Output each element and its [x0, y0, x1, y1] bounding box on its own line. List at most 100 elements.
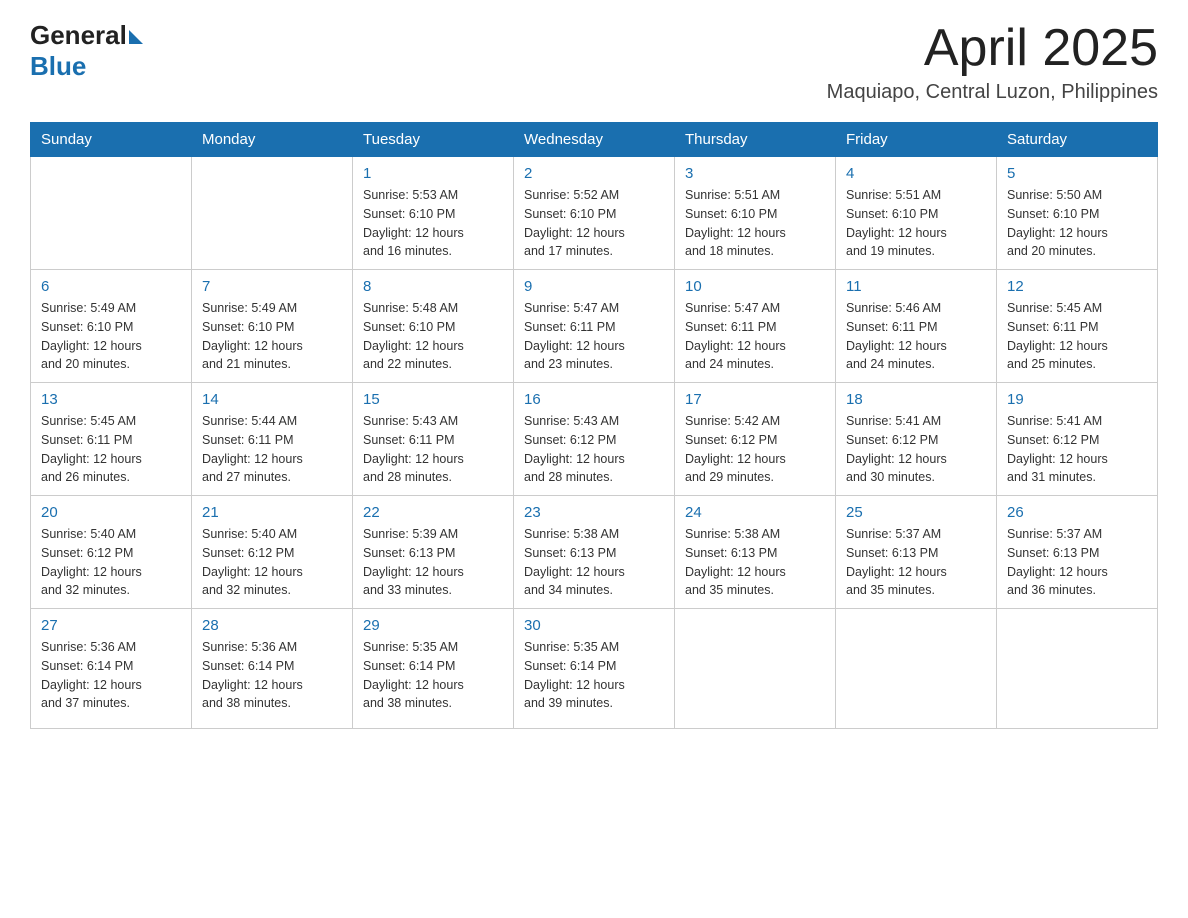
day-info: Sunrise: 5:43 AM Sunset: 6:11 PM Dayligh…	[363, 412, 503, 487]
day-info: Sunrise: 5:40 AM Sunset: 6:12 PM Dayligh…	[202, 525, 342, 600]
calendar-cell: 27 Sunrise: 5:36 AM Sunset: 6:14 PM Dayli…	[31, 609, 192, 729]
day-info: Sunrise: 5:46 AM Sunset: 6:11 PM Dayligh…	[846, 299, 986, 374]
calendar-cell: 17 Sunrise: 5:42 AM Sunset: 6:12 PM Dayli…	[675, 383, 836, 496]
logo-blue: Blue	[30, 51, 86, 82]
calendar-cell: 30 Sunrise: 5:35 AM Sunset: 6:14 PM Dayli…	[514, 609, 675, 729]
day-number: 29	[363, 617, 503, 634]
day-number: 16	[524, 391, 664, 408]
day-info: Sunrise: 5:49 AM Sunset: 6:10 PM Dayligh…	[202, 299, 342, 374]
calendar-cell: 25 Sunrise: 5:37 AM Sunset: 6:13 PM Dayli…	[836, 496, 997, 609]
calendar-cell	[997, 609, 1158, 729]
day-info: Sunrise: 5:37 AM Sunset: 6:13 PM Dayligh…	[1007, 525, 1147, 600]
day-info: Sunrise: 5:41 AM Sunset: 6:12 PM Dayligh…	[846, 412, 986, 487]
week-row-2: 6Sunrise: 5:49 AM Sunset: 6:10 PM Daylig…	[31, 270, 1158, 383]
calendar-cell: 28 Sunrise: 5:36 AM Sunset: 6:14 PM Dayli…	[192, 609, 353, 729]
day-info: Sunrise: 5:53 AM Sunset: 6:10 PM Dayligh…	[363, 186, 503, 261]
day-number: 17	[685, 391, 825, 408]
weekday-header-saturday: Saturday	[997, 123, 1158, 157]
day-number: 10	[685, 278, 825, 295]
day-info: Sunrise: 5:42 AM Sunset: 6:12 PM Dayligh…	[685, 412, 825, 487]
day-info: Sunrise: 5:37 AM Sunset: 6:13 PM Dayligh…	[846, 525, 986, 600]
calendar-cell: 7 Sunrise: 5:49 AM Sunset: 6:10 PM Daylig…	[192, 270, 353, 383]
day-number: 9	[524, 278, 664, 295]
day-info: Sunrise: 5:39 AM Sunset: 6:13 PM Dayligh…	[363, 525, 503, 600]
day-info: Sunrise: 5:35 AM Sunset: 6:14 PM Dayligh…	[363, 638, 503, 713]
weekday-header-friday: Friday	[836, 123, 997, 157]
calendar-cell: 10 Sunrise: 5:47 AM Sunset: 6:11 PM Dayli…	[675, 270, 836, 383]
calendar-cell: 23Sunrise: 5:38 AM Sunset: 6:13 PM Dayli…	[514, 496, 675, 609]
calendar-cell: 18Sunrise: 5:41 AM Sunset: 6:12 PM Dayli…	[836, 383, 997, 496]
day-info: Sunrise: 5:36 AM Sunset: 6:14 PM Dayligh…	[41, 638, 181, 713]
calendar-cell: 5Sunrise: 5:50 AM Sunset: 6:10 PM Daylig…	[997, 157, 1158, 270]
calendar-cell: 9Sunrise: 5:47 AM Sunset: 6:11 PM Daylig…	[514, 270, 675, 383]
weekday-header-tuesday: Tuesday	[353, 123, 514, 157]
day-number: 7	[202, 278, 342, 295]
logo-general: General	[30, 20, 127, 51]
calendar-cell: 4 Sunrise: 5:51 AM Sunset: 6:10 PM Daylig…	[836, 157, 997, 270]
weekday-header-thursday: Thursday	[675, 123, 836, 157]
calendar-cell	[31, 157, 192, 270]
day-number: 15	[363, 391, 503, 408]
day-number: 21	[202, 504, 342, 521]
day-info: Sunrise: 5:38 AM Sunset: 6:13 PM Dayligh…	[685, 525, 825, 600]
calendar-cell: 21 Sunrise: 5:40 AM Sunset: 6:12 PM Dayli…	[192, 496, 353, 609]
calendar-cell: 29 Sunrise: 5:35 AM Sunset: 6:14 PM Dayli…	[353, 609, 514, 729]
weekday-header-sunday: Sunday	[31, 123, 192, 157]
calendar-cell	[836, 609, 997, 729]
day-info: Sunrise: 5:51 AM Sunset: 6:10 PM Dayligh…	[846, 186, 986, 261]
calendar-cell: 2 Sunrise: 5:52 AM Sunset: 6:10 PM Daylig…	[514, 157, 675, 270]
calendar-cell: 22 Sunrise: 5:39 AM Sunset: 6:13 PM Dayli…	[353, 496, 514, 609]
weekday-header-wednesday: Wednesday	[514, 123, 675, 157]
day-info: Sunrise: 5:35 AM Sunset: 6:14 PM Dayligh…	[524, 638, 664, 713]
day-number: 23	[524, 504, 664, 521]
day-info: Sunrise: 5:48 AM Sunset: 6:10 PM Dayligh…	[363, 299, 503, 374]
day-number: 24	[685, 504, 825, 521]
day-info: Sunrise: 5:45 AM Sunset: 6:11 PM Dayligh…	[41, 412, 181, 487]
day-number: 4	[846, 165, 986, 182]
calendar-cell	[192, 157, 353, 270]
calendar-cell: 14Sunrise: 5:44 AM Sunset: 6:11 PM Dayli…	[192, 383, 353, 496]
weekday-header-monday: Monday	[192, 123, 353, 157]
calendar-cell: 12 Sunrise: 5:45 AM Sunset: 6:11 PM Dayli…	[997, 270, 1158, 383]
day-number: 11	[846, 278, 986, 295]
day-number: 22	[363, 504, 503, 521]
location-title: Maquiapo, Central Luzon, Philippines	[827, 81, 1158, 104]
logo-triangle-icon	[129, 30, 143, 44]
day-info: Sunrise: 5:41 AM Sunset: 6:12 PM Dayligh…	[1007, 412, 1147, 487]
day-number: 30	[524, 617, 664, 634]
calendar-cell	[675, 609, 836, 729]
day-info: Sunrise: 5:52 AM Sunset: 6:10 PM Dayligh…	[524, 186, 664, 261]
calendar-cell: 26 Sunrise: 5:37 AM Sunset: 6:13 PM Dayli…	[997, 496, 1158, 609]
week-row-3: 13 Sunrise: 5:45 AM Sunset: 6:11 PM Dayli…	[31, 383, 1158, 496]
day-info: Sunrise: 5:51 AM Sunset: 6:10 PM Dayligh…	[685, 186, 825, 261]
day-number: 25	[846, 504, 986, 521]
calendar-cell: 20Sunrise: 5:40 AM Sunset: 6:12 PM Dayli…	[31, 496, 192, 609]
week-row-5: 27 Sunrise: 5:36 AM Sunset: 6:14 PM Dayli…	[31, 609, 1158, 729]
day-number: 3	[685, 165, 825, 182]
day-number: 13	[41, 391, 181, 408]
day-number: 28	[202, 617, 342, 634]
day-number: 20	[41, 504, 181, 521]
weekday-header-row: SundayMondayTuesdayWednesdayThursdayFrid…	[31, 123, 1158, 157]
day-info: Sunrise: 5:47 AM Sunset: 6:11 PM Dayligh…	[685, 299, 825, 374]
calendar-cell: 6Sunrise: 5:49 AM Sunset: 6:10 PM Daylig…	[31, 270, 192, 383]
day-number: 8	[363, 278, 503, 295]
day-number: 27	[41, 617, 181, 634]
day-info: Sunrise: 5:45 AM Sunset: 6:11 PM Dayligh…	[1007, 299, 1147, 374]
calendar-table: SundayMondayTuesdayWednesdayThursdayFrid…	[30, 122, 1158, 729]
title-block: April 2025 Maquiapo, Central Luzon, Phil…	[827, 20, 1158, 104]
day-info: Sunrise: 5:50 AM Sunset: 6:10 PM Dayligh…	[1007, 186, 1147, 261]
week-row-1: 1Sunrise: 5:53 AM Sunset: 6:10 PM Daylig…	[31, 157, 1158, 270]
day-number: 2	[524, 165, 664, 182]
day-number: 14	[202, 391, 342, 408]
week-row-4: 20 Sunrise: 5:40 AM Sunset: 6:12 PM Dayli…	[31, 496, 1158, 609]
calendar-cell: 15 Sunrise: 5:43 AM Sunset: 6:11 PM Dayli…	[353, 383, 514, 496]
day-info: Sunrise: 5:43 AM Sunset: 6:12 PM Dayligh…	[524, 412, 664, 487]
calendar-cell: 19Sunrise: 5:41 AM Sunset: 6:12 PM Dayli…	[997, 383, 1158, 496]
page-header: General Blue April 2025 Maquiapo, Centra…	[30, 20, 1158, 104]
day-number: 26	[1007, 504, 1147, 521]
calendar-cell: 1Sunrise: 5:53 AM Sunset: 6:10 PM Daylig…	[353, 157, 514, 270]
day-info: Sunrise: 5:36 AM Sunset: 6:14 PM Dayligh…	[202, 638, 342, 713]
calendar-cell: 8 Sunrise: 5:48 AM Sunset: 6:10 PM Daylig…	[353, 270, 514, 383]
day-number: 12	[1007, 278, 1147, 295]
